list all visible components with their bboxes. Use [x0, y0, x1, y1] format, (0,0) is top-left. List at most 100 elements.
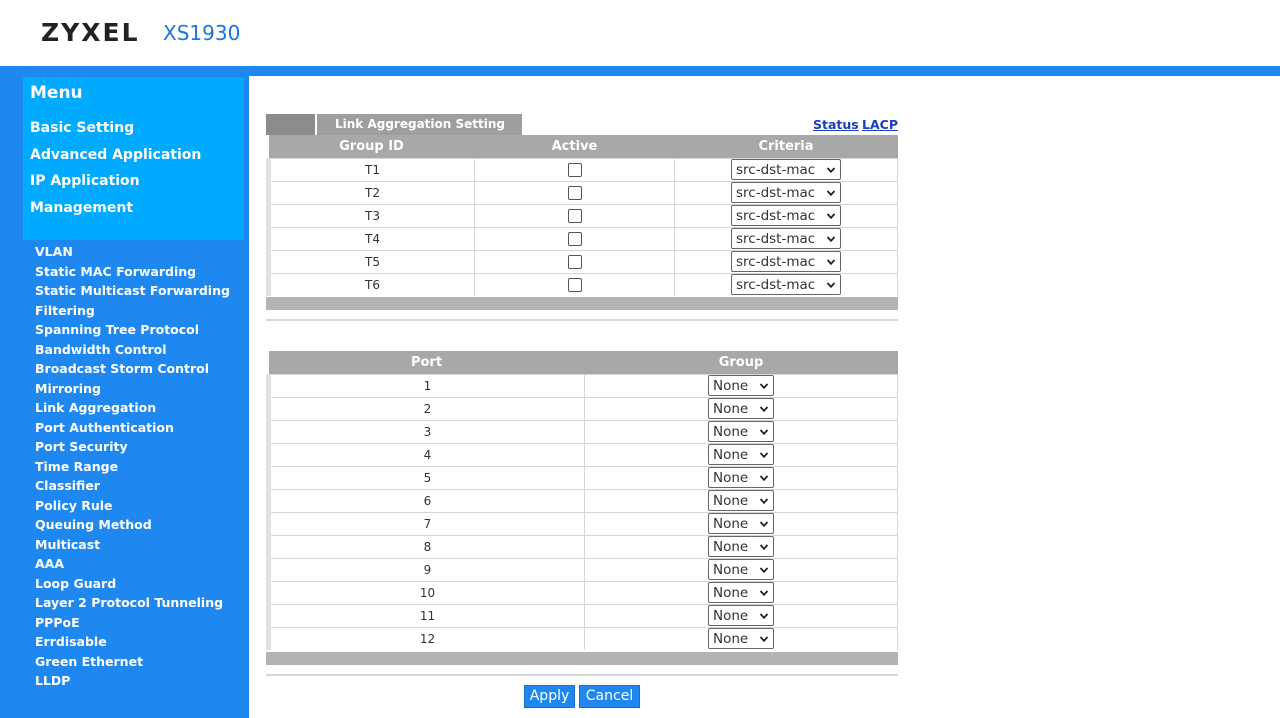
active-checkbox[interactable] — [567, 254, 582, 269]
group-cell: None — [584, 442, 898, 466]
submenu-item-link-aggregation[interactable]: Link Aggregation — [35, 398, 230, 418]
submenu-item-errdisable[interactable]: Errdisable — [35, 632, 230, 652]
group-select[interactable]: None — [708, 582, 774, 603]
chevron-down-icon — [759, 496, 769, 506]
submenu-item-queuing-method[interactable]: Queuing Method — [35, 515, 230, 535]
active-checkbox[interactable] — [567, 208, 582, 223]
group-select[interactable]: None — [708, 605, 774, 626]
group-value: None — [713, 492, 749, 509]
advanced-submenu: VLAN Static MAC Forwarding Static Multicas… — [35, 242, 230, 691]
submenu-item-classifier[interactable]: Classifier — [35, 476, 230, 496]
submenu-item-multicast[interactable]: Multicast — [35, 535, 230, 555]
group-cell: None — [584, 488, 898, 512]
chevron-down-icon — [759, 519, 769, 529]
tab-bar: Link Aggregation Setting — [266, 114, 522, 135]
col-header-criteria: Criteria — [674, 135, 898, 158]
tab-link-aggregation-setting[interactable]: Link Aggregation Setting — [315, 114, 522, 135]
group-select[interactable]: None — [708, 398, 774, 419]
menu-item-ip-application[interactable]: IP Application — [30, 173, 140, 189]
criteria-cell: src-dst-mac — [674, 157, 898, 181]
group-select[interactable]: None — [708, 375, 774, 396]
table-row: 9 None — [266, 557, 898, 581]
apply-button[interactable]: Apply — [524, 685, 575, 708]
main-menu: Menu Basic Setting Advanced Application … — [23, 77, 244, 240]
chevron-down-icon — [759, 473, 769, 483]
criteria-value: src-dst-mac — [736, 230, 816, 247]
criteria-select[interactable]: src-dst-mac — [731, 228, 841, 249]
active-cell — [474, 272, 675, 296]
col-header-group-id: Group ID — [268, 135, 475, 158]
port-cell: 9 — [266, 557, 585, 581]
chevron-down-icon — [759, 381, 769, 391]
table-row: T3 src-dst-mac — [266, 203, 898, 227]
table-row: 1 None — [266, 373, 898, 397]
submenu-item-spanning-tree-protocol[interactable]: Spanning Tree Protocol — [35, 320, 230, 340]
group-select[interactable]: None — [708, 490, 774, 511]
active-checkbox[interactable] — [567, 162, 582, 177]
submenu-item-lldp[interactable]: LLDP — [35, 671, 230, 691]
table-row: 5 None — [266, 465, 898, 489]
criteria-value: src-dst-mac — [736, 184, 816, 201]
group-table-footer — [266, 297, 898, 310]
menu-item-basic-setting[interactable]: Basic Setting — [30, 120, 134, 136]
active-checkbox[interactable] — [567, 278, 582, 292]
submenu-item-static-mac-forwarding[interactable]: Static MAC Forwarding — [35, 262, 230, 282]
group-value: None — [713, 400, 749, 417]
menu-item-management[interactable]: Management — [30, 200, 133, 216]
submenu-item-static-multicast-forwarding[interactable]: Static Multicast Forwarding — [35, 281, 230, 301]
port-table-footer — [266, 652, 898, 665]
group-cell: None — [584, 603, 898, 627]
col-header-port: Port — [268, 351, 585, 374]
submenu-item-filtering[interactable]: Filtering — [35, 301, 230, 321]
group-select[interactable]: None — [708, 536, 774, 557]
group-value: None — [713, 446, 749, 463]
submenu-item-broadcast-storm-control[interactable]: Broadcast Storm Control — [35, 359, 230, 379]
cancel-button[interactable]: Cancel — [579, 685, 640, 708]
group-table: Group ID Active Criteria T1 src-dst-mac T2… — [266, 135, 898, 296]
submenu-item-layer-2-protocol-tunneling[interactable]: Layer 2 Protocol Tunneling — [35, 593, 230, 613]
submenu-item-time-range[interactable]: Time Range — [35, 457, 230, 477]
submenu-item-green-ethernet[interactable]: Green Ethernet — [35, 652, 230, 672]
chevron-down-icon — [826, 165, 836, 175]
col-header-group: Group — [584, 351, 898, 374]
group-select[interactable]: None — [708, 444, 774, 465]
submenu-item-port-authentication[interactable]: Port Authentication — [35, 418, 230, 438]
group-select[interactable]: None — [708, 559, 774, 580]
group-cell: None — [584, 534, 898, 558]
group-value: None — [713, 469, 749, 486]
chevron-down-icon — [759, 565, 769, 575]
submenu-item-vlan[interactable]: VLAN — [35, 242, 230, 262]
criteria-select[interactable]: src-dst-mac — [731, 251, 841, 272]
group-select[interactable]: None — [708, 421, 774, 442]
status-link[interactable]: Status — [813, 117, 859, 132]
submenu-item-mirroring[interactable]: Mirroring — [35, 379, 230, 399]
chevron-down-icon — [826, 188, 836, 198]
criteria-value: src-dst-mac — [736, 253, 816, 270]
submenu-item-pppoe[interactable]: PPPoE — [35, 613, 230, 633]
criteria-select[interactable]: src-dst-mac — [731, 159, 841, 180]
group-select[interactable]: None — [708, 628, 774, 650]
chevron-down-icon — [759, 588, 769, 598]
criteria-select[interactable]: src-dst-mac — [731, 205, 841, 226]
submenu-item-policy-rule[interactable]: Policy Rule — [35, 496, 230, 516]
table-row: T1 src-dst-mac — [266, 157, 898, 181]
criteria-select[interactable]: src-dst-mac — [731, 274, 841, 296]
lacp-link[interactable]: LACP — [862, 117, 898, 132]
submenu-item-bandwidth-control[interactable]: Bandwidth Control — [35, 340, 230, 360]
submenu-item-port-security[interactable]: Port Security — [35, 437, 230, 457]
active-checkbox[interactable] — [567, 231, 582, 246]
group-id-cell: T2 — [266, 180, 475, 204]
port-cell: 4 — [266, 442, 585, 466]
table-row: T6 src-dst-mac — [266, 272, 898, 296]
group-select[interactable]: None — [708, 467, 774, 488]
group-select[interactable]: None — [708, 513, 774, 534]
active-checkbox[interactable] — [567, 185, 582, 200]
criteria-select[interactable]: src-dst-mac — [731, 182, 841, 203]
port-cell: 7 — [266, 511, 585, 535]
chevron-down-icon — [759, 450, 769, 460]
header: ZYXEL XS1930 — [0, 0, 1280, 66]
submenu-item-aaa[interactable]: AAA — [35, 554, 230, 574]
menu-item-advanced-application[interactable]: Advanced Application — [30, 147, 201, 163]
submenu-item-loop-guard[interactable]: Loop Guard — [35, 574, 230, 594]
group-id-cell: T1 — [266, 157, 475, 181]
